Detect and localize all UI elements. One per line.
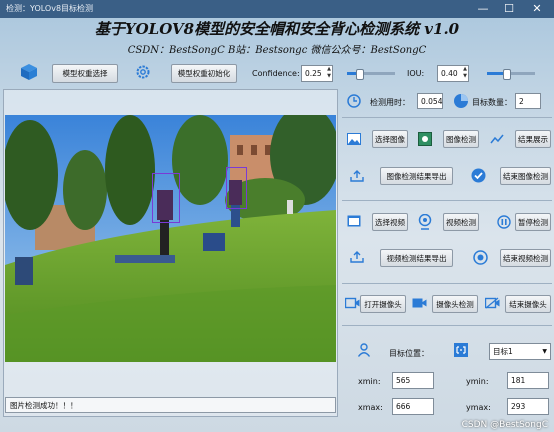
minimize-button[interactable]: — <box>470 0 496 18</box>
detection-box <box>152 173 180 223</box>
camera-icon <box>344 297 360 309</box>
picture-detect-icon <box>418 132 432 146</box>
divider <box>342 325 552 326</box>
window-title: 检测：YOLOv8目标检测 <box>6 4 94 13</box>
camera-detect-button[interactable]: 摄像头检测 <box>432 295 478 313</box>
camera-off-icon <box>484 297 500 309</box>
time-value: 0.054 <box>417 93 443 109</box>
video-icon <box>347 215 361 227</box>
spin-arrows-icon[interactable]: ▲ ▼ <box>327 66 331 80</box>
end-video-detect-button[interactable]: 结束视频检测 <box>500 249 551 267</box>
iou-slider[interactable] <box>487 69 535 80</box>
target-select[interactable]: 目标1 ▼ <box>489 343 551 360</box>
export-video-result-button[interactable]: 视频检测结果导出 <box>380 249 453 267</box>
confidence-slider[interactable] <box>347 69 395 80</box>
ymax-label: ymax: <box>466 403 491 412</box>
confidence-label: Confidence: <box>252 69 300 78</box>
close-button[interactable]: ✕ <box>524 0 550 18</box>
person-icon <box>357 343 371 357</box>
cube-icon <box>20 63 38 81</box>
export-image-result-button[interactable]: 图像检测结果导出 <box>380 167 453 185</box>
spin-arrows-icon[interactable]: ▲ ▼ <box>463 66 467 80</box>
target-position-label: 目标位置： <box>389 349 429 358</box>
ymin-label: ymin: <box>466 377 489 386</box>
xmin-label: xmin: <box>358 377 381 386</box>
camera-icon <box>412 297 427 309</box>
xmax-field[interactable]: 666 <box>392 398 434 415</box>
close-camera-button[interactable]: 结束摄像头 <box>505 295 551 313</box>
export-icon <box>350 170 364 182</box>
pause-detect-button[interactable]: 暂停检测 <box>515 213 551 231</box>
iou-spinbox[interactable]: 0.40 ▲ ▼ <box>437 65 469 82</box>
xmin-field[interactable]: 565 <box>392 372 434 389</box>
stop-icon <box>473 250 488 265</box>
chart-icon <box>490 132 504 146</box>
video-detect-button[interactable]: 视频检测 <box>443 213 479 231</box>
count-label: 目标数量： <box>472 98 512 107</box>
image-detect-button[interactable]: 图像检测 <box>443 130 479 148</box>
select-video-button[interactable]: 选择视频 <box>372 213 408 231</box>
pie-icon <box>453 93 469 109</box>
page-title: 基于YOLOV8模型的安全帽和安全背心检测系统 v1.0 <box>94 20 460 38</box>
gear-icon <box>135 64 151 80</box>
confidence-spinbox[interactable]: 0.25 ▲ ▼ <box>301 65 333 82</box>
show-result-button[interactable]: 结果展示 <box>515 130 551 148</box>
xmax-label: xmax: <box>358 403 383 412</box>
divider <box>342 200 552 201</box>
chevron-down-icon: ▼ <box>542 348 547 355</box>
divider <box>342 117 552 118</box>
ymax-field[interactable]: 293 <box>507 398 549 415</box>
pause-icon <box>497 215 511 229</box>
open-camera-button[interactable]: 打开摄像头 <box>360 295 406 313</box>
ymin-field[interactable]: 181 <box>507 372 549 389</box>
init-weights-button[interactable]: 模型权重初始化 <box>171 64 237 83</box>
iou-label: IOU: <box>407 69 425 78</box>
image-icon <box>347 133 361 145</box>
check-icon <box>471 168 486 183</box>
divider <box>342 283 552 284</box>
target-icon <box>454 343 468 357</box>
detection-image <box>5 115 336 362</box>
webcam-icon <box>418 213 432 230</box>
time-label: 检测用时： <box>370 98 410 107</box>
count-value: 2 <box>515 93 541 109</box>
select-image-button[interactable]: 选择图像 <box>372 130 408 148</box>
maximize-button[interactable]: ☐ <box>496 0 522 18</box>
watermark: CSDN @BestSongC <box>461 420 548 430</box>
export-icon <box>350 251 364 263</box>
detection-box <box>226 167 247 209</box>
window-titlebar: 检测：YOLOv8目标检测 — ☐ ✕ <box>0 0 554 18</box>
end-image-detect-button[interactable]: 结束图像检测 <box>500 167 551 185</box>
select-weights-button[interactable]: 模型权重选择 <box>52 64 118 83</box>
page-subtitle: CSDN：BestSongC B站：Bestsongc 微信公众号：BestSo… <box>127 45 427 56</box>
status-bar: 图片检测成功！！！ <box>5 397 336 413</box>
clock-icon <box>347 94 361 108</box>
